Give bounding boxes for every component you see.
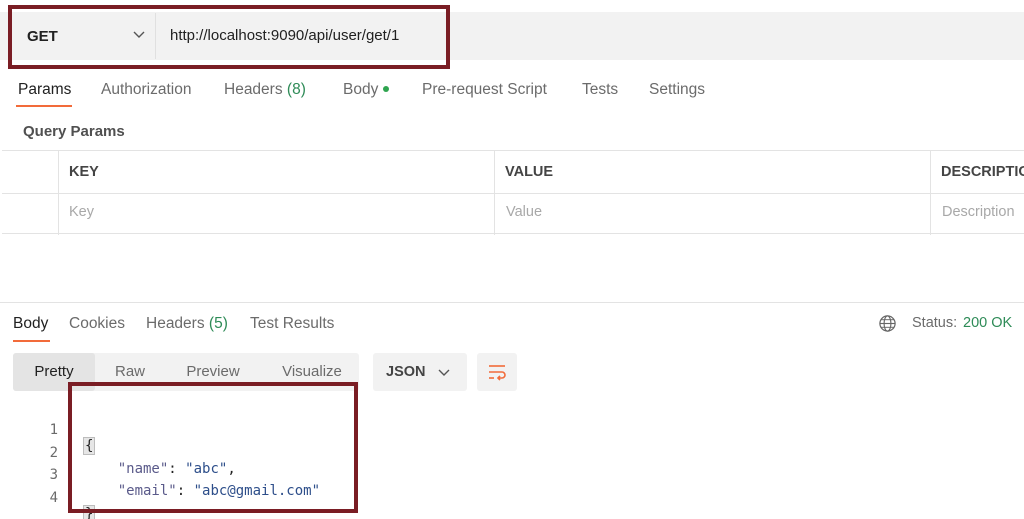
code-line: 1 { [0,406,96,455]
column-divider [58,151,59,235]
response-tabs: Body Cookies Headers (5) Test Results [0,312,1024,342]
request-bar: GET http://localhost:9090/api/user/get/1 [0,12,1024,60]
tab-headers[interactable]: Headers (8) [224,81,306,99]
value-input[interactable]: Value [506,204,542,220]
json-value: "abc@gmail.com" [193,483,321,499]
view-visualize-button[interactable]: Visualize [267,353,357,391]
tab-headers-count: (8) [286,81,306,98]
method-label: GET [27,28,58,45]
status-label: Status: [912,315,958,331]
code-text: "email": "abc@gmail.com" [117,483,321,499]
request-tabs: Params Authorization Headers (8) Body Pr… [0,78,1024,112]
column-divider [930,151,931,235]
active-response-tab-indicator [13,340,50,342]
view-raw-button[interactable]: Raw [97,353,163,391]
response-tab-headers-label: Headers [146,315,205,332]
key-input[interactable]: Key [69,204,94,220]
chevron-down-icon [133,31,145,38]
line-number: 4 [49,490,58,506]
response-tab-cookies[interactable]: Cookies [69,315,125,333]
globe-icon[interactable] [878,314,897,333]
row-divider [2,193,1024,194]
url-input[interactable]: http://localhost:9090/api/user/get/1 [170,27,399,44]
wrap-lines-icon [489,365,506,381]
view-pretty-button[interactable]: Pretty [13,353,95,391]
active-tab-indicator [16,105,72,107]
tab-pre-request-script[interactable]: Pre-request Script [422,81,547,99]
code-line: 2 "name": "abc", [0,429,236,477]
wrap-lines-button[interactable] [477,353,517,391]
description-input[interactable]: Description [942,204,1015,220]
body-indicator-dot [383,86,390,92]
column-header-description: DESCRIPTIC [941,164,1024,180]
tab-body-label: Body [343,81,379,98]
column-divider [494,151,495,235]
pane-divider[interactable] [0,302,1024,303]
response-tab-headers[interactable]: Headers (5) [146,315,228,333]
query-params-title: Query Params [23,123,125,140]
column-header-value: VALUE [505,164,554,180]
open-brace: { [82,437,96,455]
view-mode-group: Pretty Raw Preview Visualize [13,353,359,391]
column-header-key: KEY [69,164,99,180]
tab-authorization[interactable]: Authorization [101,81,191,99]
code-text: } [82,505,96,519]
tab-tests[interactable]: Tests [582,81,618,99]
response-tab-headers-count: (5) [208,315,228,332]
response-tab-test-results[interactable]: Test Results [250,315,334,333]
response-tab-body[interactable]: Body [13,315,48,333]
format-label: JSON [386,364,426,380]
json-value: "abc" [185,461,228,477]
tab-params[interactable]: Params [18,81,71,99]
method-select[interactable]: GET [14,13,156,59]
json-key: "email" [117,483,177,499]
format-select[interactable]: JSON [373,353,467,391]
json-key: "name" [117,461,169,477]
tab-settings[interactable]: Settings [649,81,705,99]
code-line: 3 "email": "abc@gmail.com" [0,451,320,499]
chevron-down-icon [438,369,450,376]
close-brace: } [82,505,96,519]
code-text: "name": "abc", [117,461,236,477]
status-value: 200 OK [963,315,1013,331]
code-line: 4 } [0,474,96,519]
tab-headers-label: Headers [224,81,283,98]
view-preview-button[interactable]: Preview [169,353,257,391]
tab-body[interactable]: Body [343,81,390,99]
query-params-table: KEY VALUE DESCRIPTIC Key Value Descripti… [2,150,1024,235]
code-text: { [82,437,96,455]
